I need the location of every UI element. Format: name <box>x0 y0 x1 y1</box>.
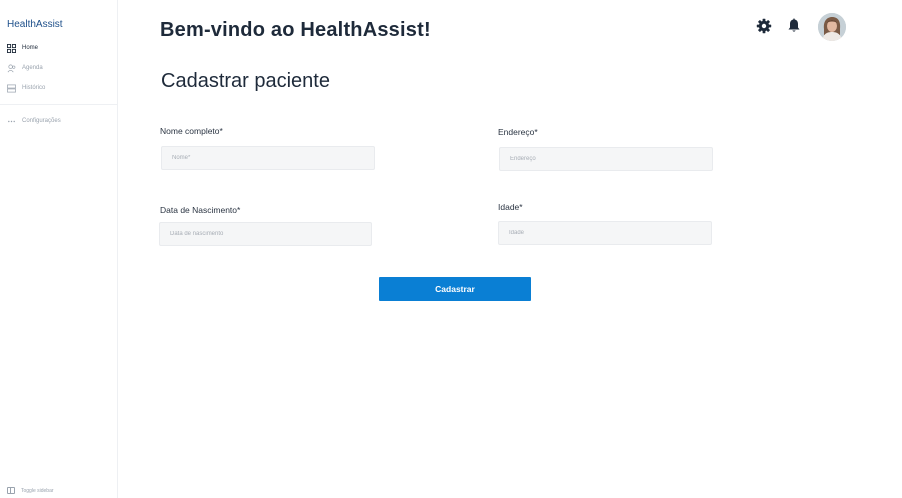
users-icon <box>6 63 16 73</box>
avatar[interactable] <box>818 13 846 41</box>
data-nascimento-label: Data de Nascimento* <box>160 205 241 215</box>
page-heading: Bem-vindo ao HealthAssist! <box>160 19 431 41</box>
idade-label: Idade* <box>498 202 523 212</box>
sidebar-item-label: Histórico <box>22 85 46 91</box>
app-root: HealthAssist Home Agenda Histórico Confi… <box>0 0 902 498</box>
nome-input[interactable] <box>161 146 375 170</box>
nome-label: Nome completo* <box>160 126 223 136</box>
sidebar-item-configuracoes[interactable]: Configurações <box>6 116 61 126</box>
endereco-label: Endereço* <box>498 127 538 137</box>
endereco-input[interactable] <box>499 147 713 171</box>
sidebar-item-historico[interactable]: Histórico <box>6 83 45 93</box>
bell-icon[interactable] <box>785 17 803 35</box>
more-icon <box>6 116 16 126</box>
data-nascimento-input[interactable] <box>159 222 372 246</box>
toggle-sidebar-label: Toggle sidebar <box>21 487 54 494</box>
sidebar: HealthAssist Home Agenda Histórico Confi… <box>0 0 118 498</box>
sidebar-item-home[interactable]: Home <box>6 43 38 53</box>
sidebar-item-agenda[interactable]: Agenda <box>6 63 43 73</box>
grid-icon <box>6 43 16 53</box>
gear-icon[interactable] <box>755 17 773 35</box>
history-icon <box>6 83 16 93</box>
form-title: Cadastrar paciente <box>161 70 330 92</box>
idade-input[interactable] <box>498 221 712 245</box>
sidebar-item-label: Agenda <box>22 65 43 71</box>
cadastrar-button[interactable]: Cadastrar <box>379 277 531 301</box>
brand-logo[interactable]: HealthAssist <box>7 19 63 30</box>
sidebar-item-label: Home <box>22 45 39 51</box>
sidebar-toggle-icon <box>7 487 15 494</box>
sidebar-item-label: Configurações <box>22 118 61 124</box>
sidebar-divider <box>0 104 118 105</box>
toggle-sidebar-button[interactable]: Toggle sidebar <box>7 487 54 494</box>
